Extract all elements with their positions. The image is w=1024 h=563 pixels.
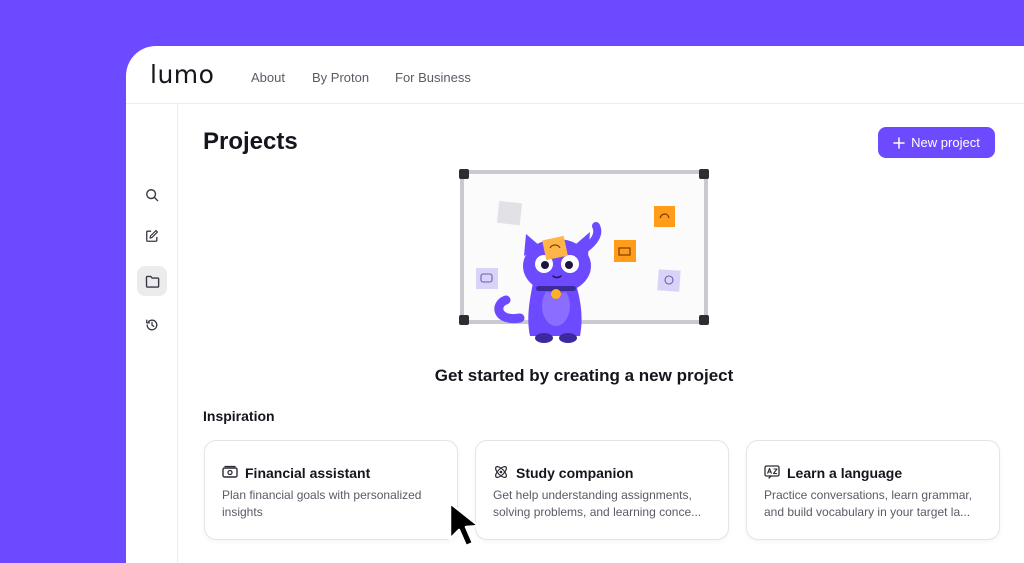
nav-for-business[interactable]: For Business <box>395 70 471 85</box>
edit-icon <box>146 229 159 242</box>
card-description: Get help understanding assignments, solv… <box>493 488 702 519</box>
mouse-pointer-icon <box>448 501 481 548</box>
inspiration-card-financial[interactable]: Financial assistant Plan financial goals… <box>204 440 458 540</box>
page-title: Projects <box>203 128 298 155</box>
card-title: Learn a language <box>787 465 903 481</box>
app-window: lumo About By Proton For Business Projec… <box>126 46 1024 563</box>
lumo-logo[interactable]: lumo <box>150 60 214 89</box>
card-title: Financial assistant <box>245 465 371 481</box>
folder-icon <box>145 275 159 288</box>
nav-by-proton[interactable]: By Proton <box>312 70 369 85</box>
new-project-button[interactable]: New project <box>878 127 995 158</box>
sidebar <box>126 104 178 563</box>
search-icon <box>146 189 159 202</box>
card-title: Study companion <box>516 465 634 481</box>
sidebar-projects-button[interactable] <box>137 266 167 296</box>
top-bar: lumo About By Proton For Business <box>126 46 1024 104</box>
sidebar-search-button[interactable] <box>137 180 167 210</box>
card-description: Plan financial goals with personalized i… <box>222 488 422 519</box>
plus-icon <box>893 136 905 149</box>
sidebar-new-chat-button[interactable] <box>137 221 167 251</box>
inspiration-card-study[interactable]: Study companion Get help understanding a… <box>475 440 729 540</box>
money-icon <box>222 465 238 478</box>
inspiration-label: Inspiration <box>203 408 275 424</box>
new-project-label: New project <box>911 135 980 150</box>
atom-icon <box>495 466 507 478</box>
whiteboard-cat-illustration <box>459 169 709 343</box>
sidebar-history-button[interactable] <box>137 310 167 340</box>
inspiration-card-language[interactable]: Learn a language Practice conversations,… <box>746 440 1000 540</box>
history-icon <box>146 319 158 331</box>
empty-state-heading: Get started by creating a new project <box>434 366 734 385</box>
nav-about[interactable]: About <box>251 70 285 85</box>
card-description: Practice conversations, learn grammar, a… <box>764 488 973 519</box>
translate-icon <box>764 465 780 479</box>
